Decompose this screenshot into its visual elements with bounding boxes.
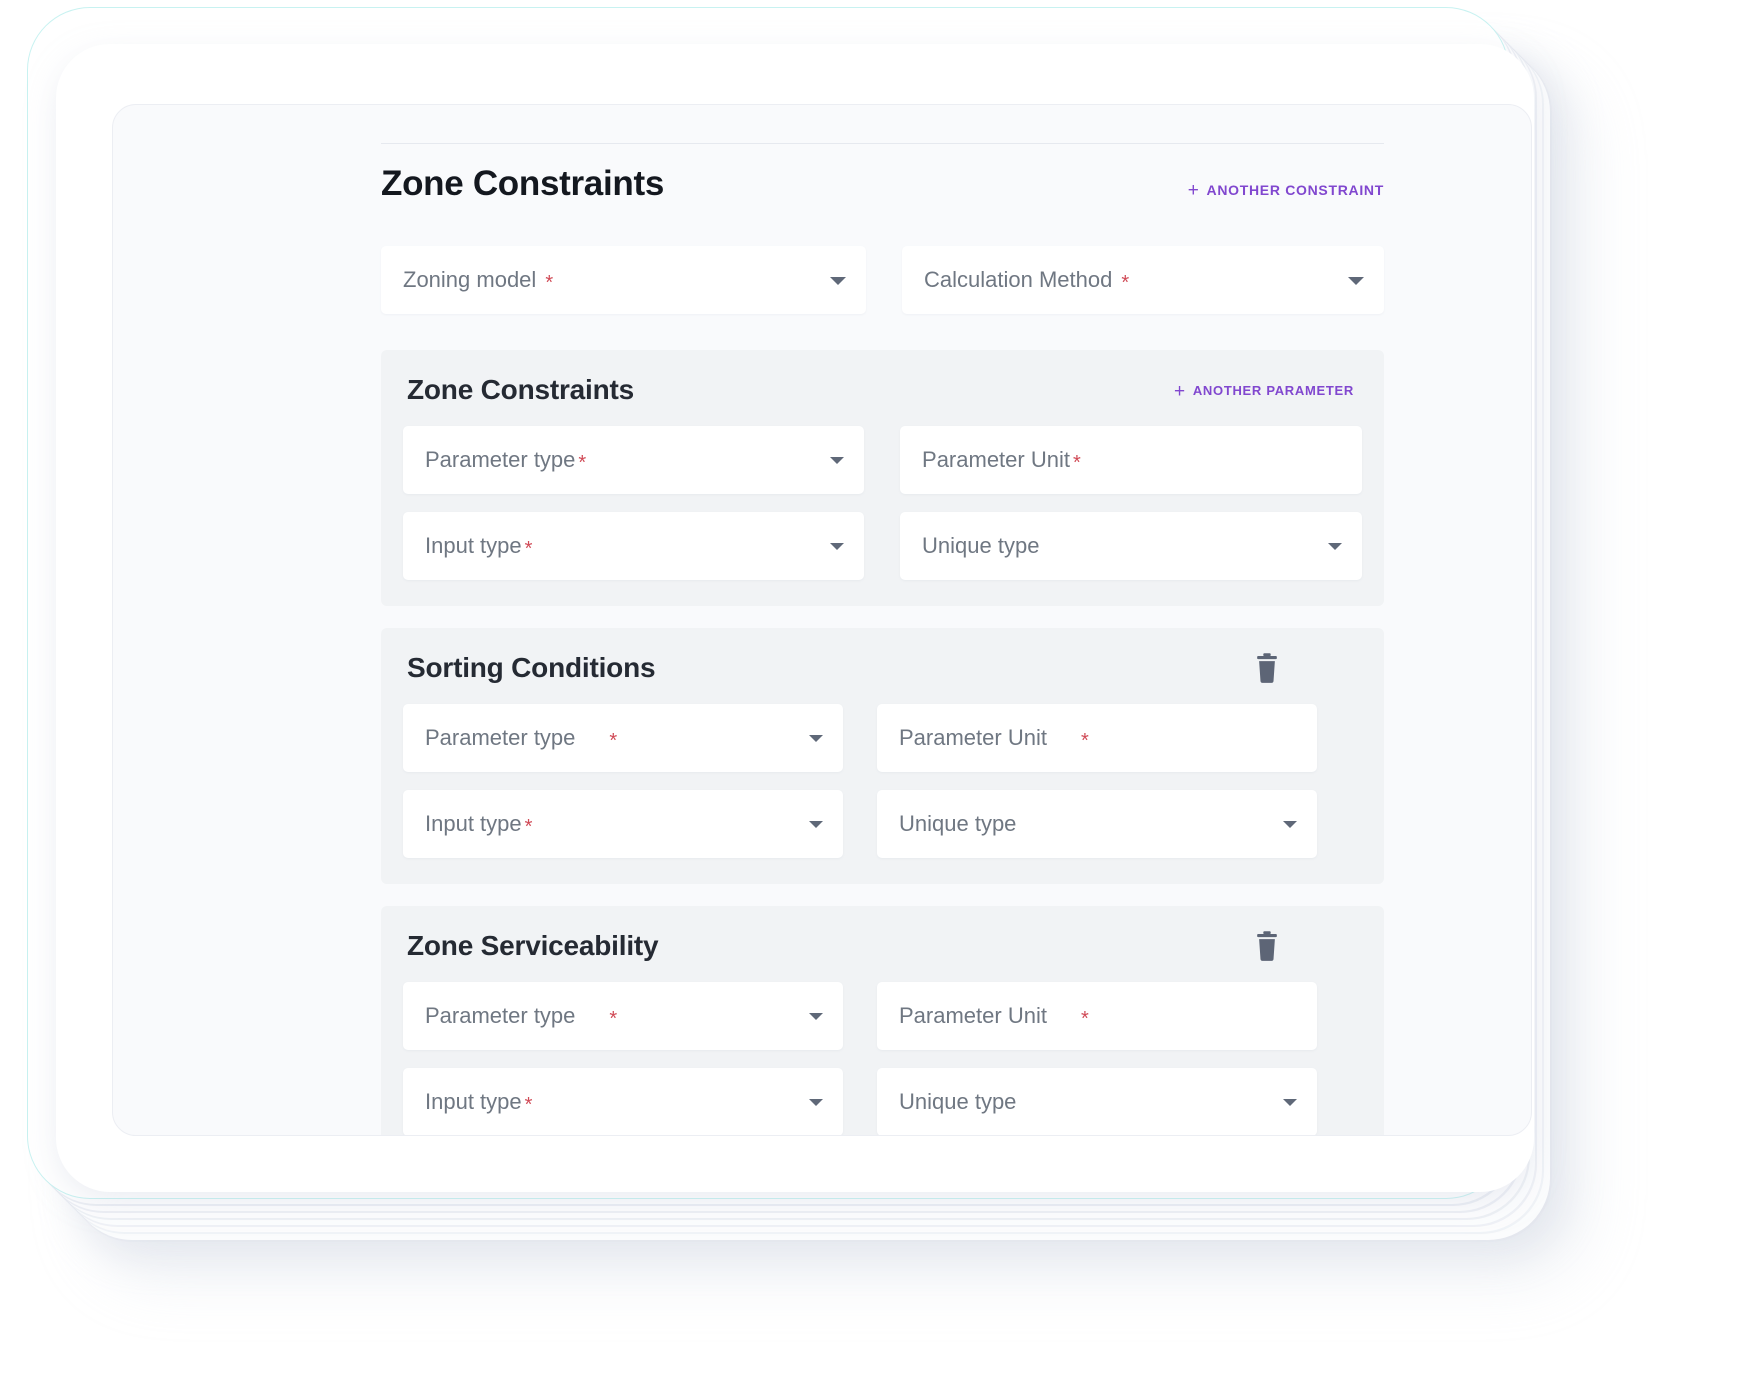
app-screen: Zone Constraints + ANOTHER CONSTRAINT Zo… bbox=[112, 104, 1532, 1136]
zone-serviceability-parameter-type-select[interactable]: Parameter type * bbox=[403, 982, 843, 1050]
add-another-parameter-button[interactable]: + ANOTHER PARAMETER bbox=[1174, 381, 1354, 400]
zoning-model-select[interactable]: Zoning model * bbox=[381, 246, 866, 314]
sorting-conditions-parameter-type-select[interactable]: Parameter type * bbox=[403, 704, 843, 772]
chevron-down-icon[interactable] bbox=[1328, 543, 1342, 550]
parameter-type-label: Parameter type * bbox=[425, 1003, 617, 1029]
panel-zone-serviceability-row-2: Input type * Unique type bbox=[403, 1068, 1362, 1136]
add-another-parameter-label: ANOTHER PARAMETER bbox=[1193, 383, 1354, 398]
panel-zone-serviceability-header: Zone Serviceability bbox=[403, 930, 1362, 962]
page-title: Zone Constraints bbox=[381, 166, 664, 201]
form-header: Zone Constraints + ANOTHER CONSTRAINT bbox=[381, 166, 1384, 214]
panel-sorting-conditions: Sorting Conditions Parameter type * bbox=[381, 628, 1384, 884]
panel-zone-serviceability-row-1: Parameter type * Parameter Unit * bbox=[403, 982, 1362, 1050]
panel-sorting-conditions-title: Sorting Conditions bbox=[407, 652, 655, 684]
required-asterisk: * bbox=[1081, 1008, 1089, 1031]
chevron-down-icon[interactable] bbox=[809, 735, 823, 742]
add-another-constraint-button[interactable]: + ANOTHER CONSTRAINT bbox=[1188, 180, 1384, 199]
sorting-conditions-parameter-unit-input[interactable]: Parameter Unit * bbox=[877, 704, 1317, 772]
zone-serviceability-unique-type-select[interactable]: Unique type bbox=[877, 1068, 1317, 1136]
panel-zone-constraints-row-1: Parameter type * Parameter Unit * bbox=[403, 426, 1362, 494]
unique-type-label: Unique type bbox=[899, 811, 1016, 837]
required-asterisk: * bbox=[578, 452, 586, 475]
calculation-method-label: Calculation Method * bbox=[924, 267, 1129, 293]
zone-constraints-unique-type-select[interactable]: Unique type bbox=[900, 512, 1362, 580]
zone-constraints-parameter-type-select[interactable]: Parameter type * bbox=[403, 426, 864, 494]
plus-icon: + bbox=[1174, 382, 1186, 401]
input-type-label: Input type * bbox=[425, 811, 532, 837]
panel-sorting-conditions-header: Sorting Conditions bbox=[403, 652, 1362, 684]
required-asterisk: * bbox=[1073, 452, 1081, 475]
chevron-down-icon[interactable] bbox=[830, 457, 844, 464]
required-asterisk: * bbox=[525, 816, 533, 839]
chevron-down-icon[interactable] bbox=[1348, 277, 1364, 285]
parameter-unit-label: Parameter Unit * bbox=[899, 1003, 1089, 1029]
required-asterisk: * bbox=[525, 538, 533, 561]
required-asterisk: * bbox=[1081, 730, 1089, 753]
unique-type-label: Unique type bbox=[922, 533, 1039, 559]
panel-zone-constraints-title: Zone Constraints bbox=[407, 374, 634, 406]
delete-zone-serviceability-button[interactable] bbox=[1252, 930, 1282, 962]
sorting-conditions-input-type-select[interactable]: Input type * bbox=[403, 790, 843, 858]
zone-constraints-input-type-select[interactable]: Input type * bbox=[403, 512, 864, 580]
panel-sorting-conditions-row-1: Parameter type * Parameter Unit * bbox=[403, 704, 1362, 772]
zone-constraints-parameter-unit-input[interactable]: Parameter Unit * bbox=[900, 426, 1362, 494]
sorting-conditions-unique-type-select[interactable]: Unique type bbox=[877, 790, 1317, 858]
top-field-row: Zoning model * Calculation Method * bbox=[381, 246, 1384, 314]
required-asterisk: * bbox=[525, 1094, 533, 1117]
chevron-down-icon[interactable] bbox=[809, 1099, 823, 1106]
chevron-down-icon[interactable] bbox=[1283, 821, 1297, 828]
zone-serviceability-input-type-select[interactable]: Input type * bbox=[403, 1068, 843, 1136]
delete-sorting-conditions-button[interactable] bbox=[1252, 652, 1282, 684]
trash-icon bbox=[1252, 652, 1282, 684]
chevron-down-icon[interactable] bbox=[809, 1013, 823, 1020]
chevron-down-icon[interactable] bbox=[809, 821, 823, 828]
parameter-type-label: Parameter type * bbox=[425, 447, 586, 473]
panel-zone-constraints: Zone Constraints + ANOTHER PARAMETER Par… bbox=[381, 350, 1384, 606]
required-asterisk: * bbox=[609, 1008, 617, 1031]
panel-sorting-conditions-row-2: Input type * Unique type bbox=[403, 790, 1362, 858]
required-asterisk: * bbox=[545, 272, 553, 295]
input-type-label: Input type * bbox=[425, 1089, 532, 1115]
parameter-unit-label: Parameter Unit * bbox=[922, 447, 1081, 473]
chevron-down-icon[interactable] bbox=[830, 543, 844, 550]
zone-constraints-form: Zone Constraints + ANOTHER CONSTRAINT Zo… bbox=[381, 143, 1384, 1136]
unique-type-label: Unique type bbox=[899, 1089, 1016, 1115]
panel-zone-serviceability: Zone Serviceability Parameter type * bbox=[381, 906, 1384, 1136]
zone-serviceability-parameter-unit-input[interactable]: Parameter Unit * bbox=[877, 982, 1317, 1050]
trash-icon bbox=[1252, 930, 1282, 962]
panel-zone-constraints-header: Zone Constraints + ANOTHER PARAMETER bbox=[403, 374, 1362, 406]
chevron-down-icon[interactable] bbox=[830, 277, 846, 285]
panel-zone-constraints-row-2: Input type * Unique type bbox=[403, 512, 1362, 580]
header-divider bbox=[381, 143, 1384, 144]
plus-icon: + bbox=[1188, 181, 1200, 200]
zoning-model-label: Zoning model * bbox=[403, 267, 553, 293]
input-type-label: Input type * bbox=[425, 533, 532, 559]
panel-zone-serviceability-title: Zone Serviceability bbox=[407, 930, 658, 962]
required-asterisk: * bbox=[609, 730, 617, 753]
chevron-down-icon[interactable] bbox=[1283, 1099, 1297, 1106]
calculation-method-select[interactable]: Calculation Method * bbox=[902, 246, 1384, 314]
parameter-type-label: Parameter type * bbox=[425, 725, 617, 751]
parameter-unit-label: Parameter Unit * bbox=[899, 725, 1089, 751]
add-another-constraint-label: ANOTHER CONSTRAINT bbox=[1207, 182, 1384, 198]
required-asterisk: * bbox=[1121, 272, 1129, 295]
